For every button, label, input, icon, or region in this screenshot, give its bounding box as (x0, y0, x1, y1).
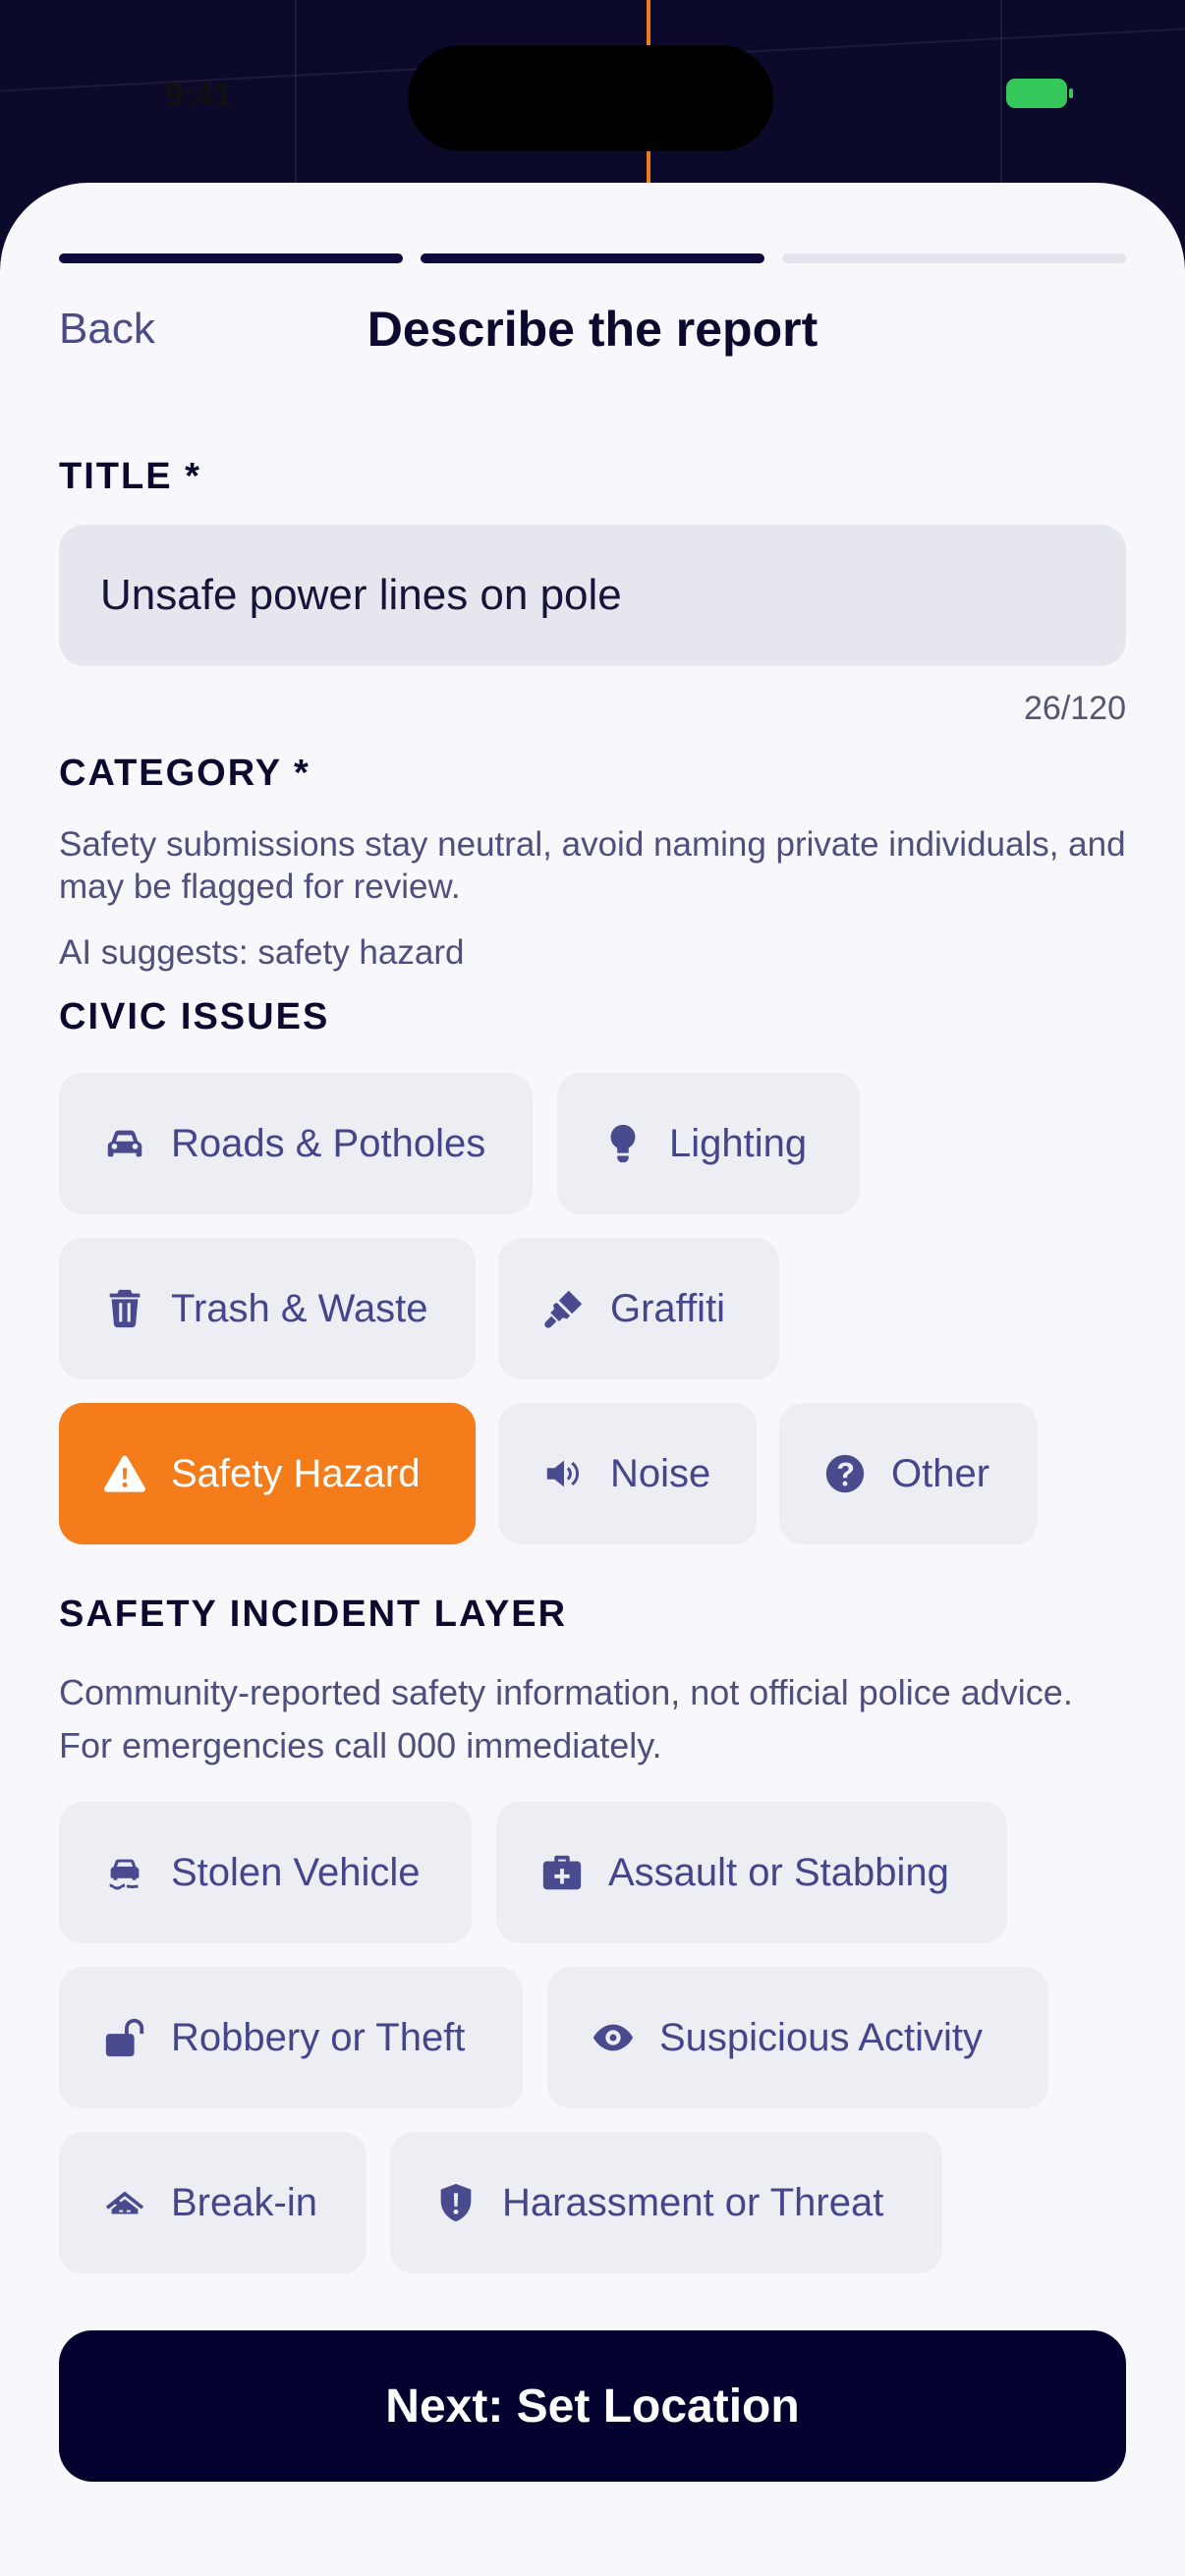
car-skid-icon (102, 1850, 147, 1895)
speaker-icon (541, 1451, 587, 1496)
safety-layer-notice: Community-reported safety information, n… (59, 1672, 1073, 1765)
unlock-icon (102, 2015, 147, 2060)
paint-brush-icon (541, 1286, 587, 1331)
chip-label: Other (891, 1451, 990, 1495)
back-button[interactable]: Back (59, 305, 155, 354)
chip-label: Lighting (669, 1121, 808, 1165)
safety-layer-heading: SAFETY INCIDENT LAYER (59, 1594, 568, 1635)
category-chip-lighting[interactable]: Lighting (557, 1073, 860, 1214)
category-chip-graffiti[interactable]: Graffiti (498, 1238, 779, 1379)
question-icon (822, 1451, 868, 1496)
safety-chip-robbery[interactable]: Robbery or Theft (59, 1967, 523, 2108)
civic-issues-heading: CIVIC ISSUES (59, 996, 330, 1037)
status-time: 9:41 (165, 77, 233, 114)
chip-label: Graffiti (610, 1286, 726, 1330)
category-chip-other[interactable]: Other (779, 1403, 1038, 1544)
title-char-counter: 26/120 (1024, 690, 1126, 727)
title-label: TITLE * (59, 456, 201, 497)
chip-label: Harassment or Threat (502, 2180, 884, 2224)
chip-label: Roads & Potholes (171, 1121, 486, 1165)
chip-label: Safety Hazard (171, 1451, 421, 1495)
category-notice: Safety submissions stay neutral, avoid n… (59, 825, 1126, 906)
step-progress (59, 253, 1126, 263)
category-chip-safety-hazard[interactable]: Safety Hazard (59, 1403, 476, 1544)
progress-step-2 (421, 253, 764, 263)
category-chip-noise[interactable]: Noise (498, 1403, 757, 1544)
chip-label: Break-in (171, 2180, 317, 2224)
safety-chip-break-in[interactable]: Break-in (59, 2132, 367, 2273)
chip-label: Suspicious Activity (659, 2015, 984, 2059)
chip-label: Robbery or Theft (171, 2015, 466, 2059)
chip-label: Assault or Stabbing (608, 1850, 949, 1894)
safety-chip-suspicious[interactable]: Suspicious Activity (547, 1967, 1048, 2108)
safety-chip-harassment[interactable]: Harassment or Threat (390, 2132, 942, 2273)
chip-label: Stolen Vehicle (171, 1850, 421, 1894)
status-bar: 9:41 (0, 0, 1185, 187)
medical-kit-icon (539, 1850, 585, 1895)
category-chip-trash[interactable]: Trash & Waste (59, 1238, 476, 1379)
next-set-location-button[interactable]: Next: Set Location (59, 2330, 1126, 2482)
category-chip-roads[interactable]: Roads & Potholes (59, 1073, 533, 1214)
house-break-icon (102, 2180, 147, 2225)
progress-step-1 (59, 253, 403, 263)
page-title: Describe the report (367, 302, 818, 357)
trash-icon (102, 1286, 147, 1331)
shield-alert-icon (433, 2180, 479, 2225)
title-input[interactable] (59, 525, 1126, 666)
ai-suggestion: AI suggests: safety hazard (59, 933, 465, 972)
status-icons (1006, 79, 1073, 108)
progress-step-3 (782, 253, 1126, 263)
dynamic-island (408, 45, 773, 151)
chip-label: Trash & Waste (171, 1286, 428, 1330)
lightbulb-icon (600, 1121, 646, 1166)
car-icon (102, 1121, 147, 1166)
eye-icon (591, 2015, 636, 2060)
safety-chip-stolen-vehicle[interactable]: Stolen Vehicle (59, 1802, 472, 1943)
category-label: CATEGORY * (59, 753, 310, 794)
battery-icon (1006, 79, 1073, 108)
warning-icon (102, 1451, 147, 1496)
safety-chip-assault[interactable]: Assault or Stabbing (496, 1802, 1007, 1943)
report-sheet: Describe the report Back TITLE * 26/120 … (0, 183, 1185, 2576)
chip-label: Noise (610, 1451, 711, 1495)
